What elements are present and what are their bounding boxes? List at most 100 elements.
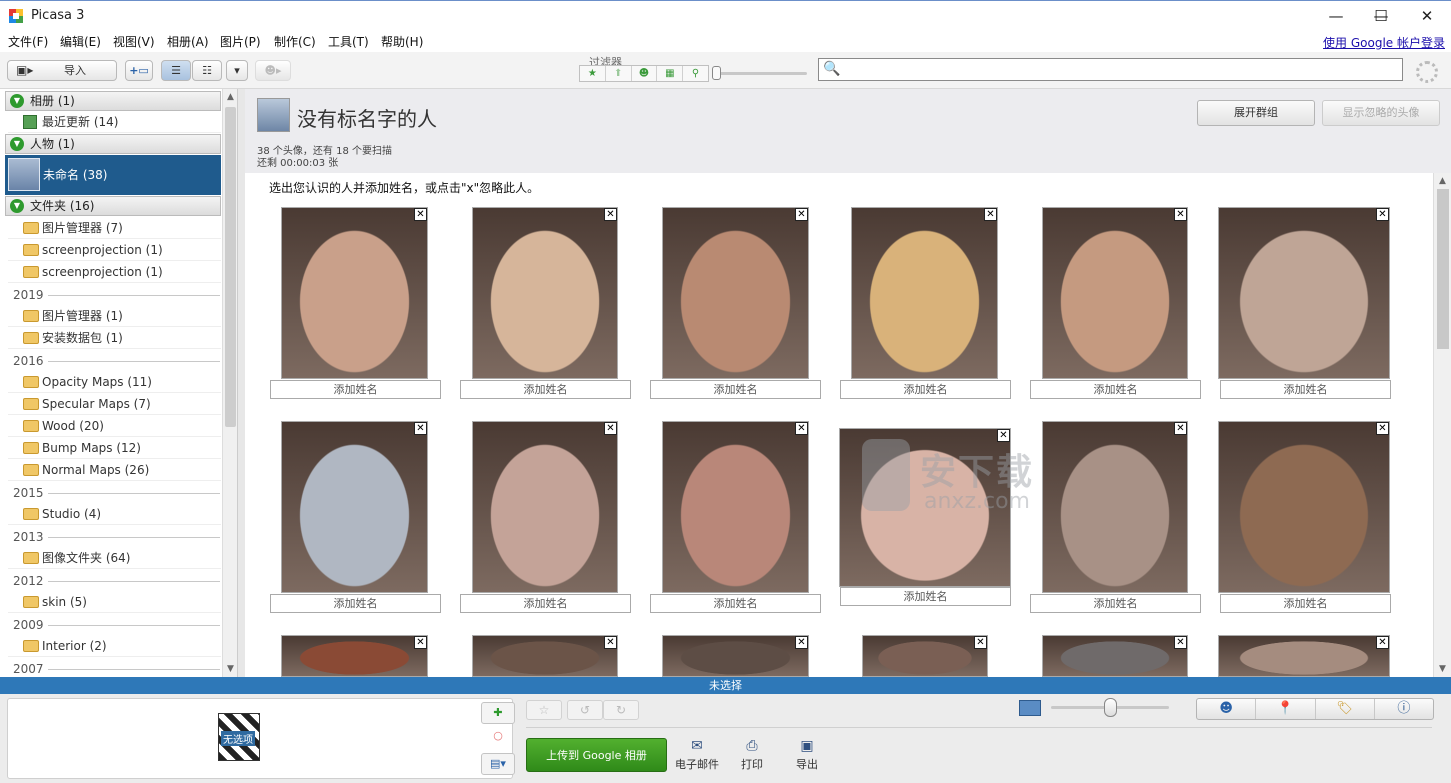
- face-thumbnail[interactable]: [662, 635, 809, 677]
- sidebar-folder[interactable]: 图像文件夹 (64): [8, 547, 221, 569]
- scroll-down-icon[interactable]: ▼: [1434, 661, 1451, 677]
- add-name-field[interactable]: 添加姓名: [1030, 380, 1201, 399]
- people-panel-tab[interactable]: ☻: [1197, 699, 1257, 719]
- add-name-field[interactable]: 添加姓名: [460, 594, 631, 613]
- tree-view-button[interactable]: ☷: [192, 60, 222, 81]
- sidebar-item-recent[interactable]: 最近更新 (14): [8, 111, 221, 133]
- people-view-button[interactable]: ☻▸: [255, 60, 291, 81]
- ignore-face-icon[interactable]: ✕: [974, 636, 987, 649]
- print-button[interactable]: ⎙ 打印: [727, 738, 777, 772]
- filter-geotag-icon[interactable]: ⚲: [683, 66, 708, 81]
- info-panel-tab[interactable]: ⓘ: [1375, 699, 1433, 719]
- menu-create[interactable]: 制作(C): [274, 33, 316, 50]
- add-to-album-button[interactable]: ▤▾: [481, 753, 515, 775]
- collapse-toggle-icon[interactable]: ▼: [10, 137, 24, 151]
- ignore-face-icon[interactable]: ✕: [604, 422, 617, 435]
- scroll-down-icon[interactable]: ▼: [223, 661, 237, 677]
- ignore-face-icon[interactable]: ✕: [1174, 208, 1187, 221]
- upload-google-photos-button[interactable]: 上传到 Google 相册: [526, 738, 667, 772]
- sidebar-scrollbar[interactable]: ▲ ▼: [222, 89, 237, 677]
- sidebar-folder[interactable]: 安装数据包 (1): [8, 327, 221, 349]
- menu-picture[interactable]: 图片(P): [220, 33, 261, 50]
- show-ignored-button[interactable]: 显示忽略的头像: [1322, 100, 1440, 126]
- face-thumbnail[interactable]: [851, 207, 998, 379]
- sidebar-item-unnamed-people[interactable]: 未命名 (38): [5, 155, 221, 195]
- view-options-button[interactable]: ▾: [226, 60, 248, 81]
- albums-header[interactable]: ▼ 相册 (1): [5, 91, 221, 111]
- face-thumbnail[interactable]: [1218, 421, 1390, 593]
- face-thumbnail[interactable]: [1042, 207, 1188, 379]
- sidebar-folder[interactable]: screenprojection (1): [8, 239, 221, 261]
- sidebar-folder[interactable]: Interior (2): [8, 635, 221, 657]
- sidebar-folder[interactable]: 图片管理器 (7): [8, 217, 221, 239]
- sidebar-folder[interactable]: Studio (4): [8, 503, 221, 525]
- ignore-face-icon[interactable]: ✕: [1174, 422, 1187, 435]
- google-login-link[interactable]: 使用 Google 帐户登录: [1323, 34, 1445, 51]
- sidebar-folder[interactable]: Opacity Maps (11): [8, 371, 221, 393]
- face-thumbnail[interactable]: [472, 207, 618, 379]
- filter-uploaded-icon[interactable]: ⬆: [606, 66, 632, 81]
- menu-edit[interactable]: 编辑(E): [60, 33, 101, 50]
- face-thumbnail[interactable]: [472, 635, 618, 677]
- clear-button[interactable]: ○: [481, 726, 515, 748]
- sidebar-folder[interactable]: Normal Maps (26): [8, 459, 221, 481]
- scrollbar-thumb[interactable]: [225, 107, 236, 427]
- face-thumbnail[interactable]: [281, 635, 428, 677]
- maximize-button[interactable]: ☐: [1358, 1, 1404, 31]
- scrollbar-thumb[interactable]: [1437, 189, 1449, 349]
- folders-header[interactable]: ▼ 文件夹 (16): [5, 196, 221, 216]
- date-filter-slider[interactable]: [715, 72, 807, 75]
- filter-starred-icon[interactable]: ★: [580, 66, 606, 81]
- filter-movies-icon[interactable]: ▦: [657, 66, 684, 81]
- pane-splitter[interactable]: [238, 89, 245, 677]
- add-name-field[interactable]: 添加姓名: [1220, 380, 1391, 399]
- ignore-face-icon[interactable]: ✕: [1376, 636, 1389, 649]
- list-view-button[interactable]: ☰: [161, 60, 191, 81]
- ignore-face-icon[interactable]: ✕: [1174, 636, 1187, 649]
- add-name-field[interactable]: 添加姓名: [840, 587, 1011, 606]
- ignore-face-icon[interactable]: ✕: [414, 636, 427, 649]
- people-header[interactable]: ▼ 人物 (1): [5, 134, 221, 154]
- grid-scrollbar[interactable]: ▲ ▼: [1433, 173, 1451, 677]
- places-panel-tab[interactable]: 📍: [1256, 699, 1316, 719]
- ignore-face-icon[interactable]: ✕: [1376, 208, 1389, 221]
- scroll-up-icon[interactable]: ▲: [223, 89, 237, 105]
- ignore-face-icon[interactable]: ✕: [984, 208, 997, 221]
- sidebar-folder[interactable]: 图片管理器 (1): [8, 305, 221, 327]
- search-box[interactable]: 🔍: [818, 58, 1403, 81]
- star-button[interactable]: ☆: [526, 700, 562, 720]
- export-button[interactable]: ▣ 导出: [782, 738, 832, 772]
- face-thumbnail[interactable]: [1218, 207, 1390, 379]
- search-input[interactable]: [841, 60, 1399, 79]
- face-thumbnail[interactable]: [862, 635, 988, 677]
- add-name-field[interactable]: 添加姓名: [650, 380, 821, 399]
- ignore-face-icon[interactable]: ✕: [414, 208, 427, 221]
- sidebar-folder[interactable]: skin (5): [8, 591, 221, 613]
- sidebar-folder[interactable]: Bump Maps (12): [8, 437, 221, 459]
- close-window-button[interactable]: ✕: [1404, 1, 1450, 31]
- add-album-button[interactable]: +▭: [125, 60, 153, 81]
- ignore-face-icon[interactable]: ✕: [795, 422, 808, 435]
- expand-groups-button[interactable]: 展开群组: [1197, 100, 1315, 126]
- slider-handle[interactable]: [1104, 698, 1117, 717]
- email-button[interactable]: ✉ 电子邮件: [672, 738, 722, 772]
- ignore-face-icon[interactable]: ✕: [1376, 422, 1389, 435]
- face-thumbnail[interactable]: [281, 421, 428, 593]
- menu-view[interactable]: 视图(V): [113, 33, 155, 50]
- filter-faces-icon[interactable]: ☻: [632, 66, 658, 81]
- face-thumbnail[interactable]: [1042, 635, 1188, 677]
- minimize-button-2[interactable]: —: [1313, 1, 1359, 31]
- ignore-face-icon[interactable]: ✕: [795, 636, 808, 649]
- menu-help[interactable]: 帮助(H): [381, 33, 423, 50]
- sidebar-folder[interactable]: Specular Maps (7): [8, 393, 221, 415]
- add-name-field[interactable]: 添加姓名: [1030, 594, 1201, 613]
- face-thumbnail[interactable]: [662, 207, 809, 379]
- scroll-up-icon[interactable]: ▲: [1434, 173, 1451, 189]
- ignore-face-icon[interactable]: ✕: [414, 422, 427, 435]
- collapse-toggle-icon[interactable]: ▼: [10, 199, 24, 213]
- face-thumbnail[interactable]: [662, 421, 809, 593]
- add-name-field[interactable]: 添加姓名: [270, 594, 441, 613]
- sidebar-folder[interactable]: Wood (20): [8, 415, 221, 437]
- ignore-face-icon[interactable]: ✕: [604, 636, 617, 649]
- face-thumbnail[interactable]: [1218, 635, 1390, 677]
